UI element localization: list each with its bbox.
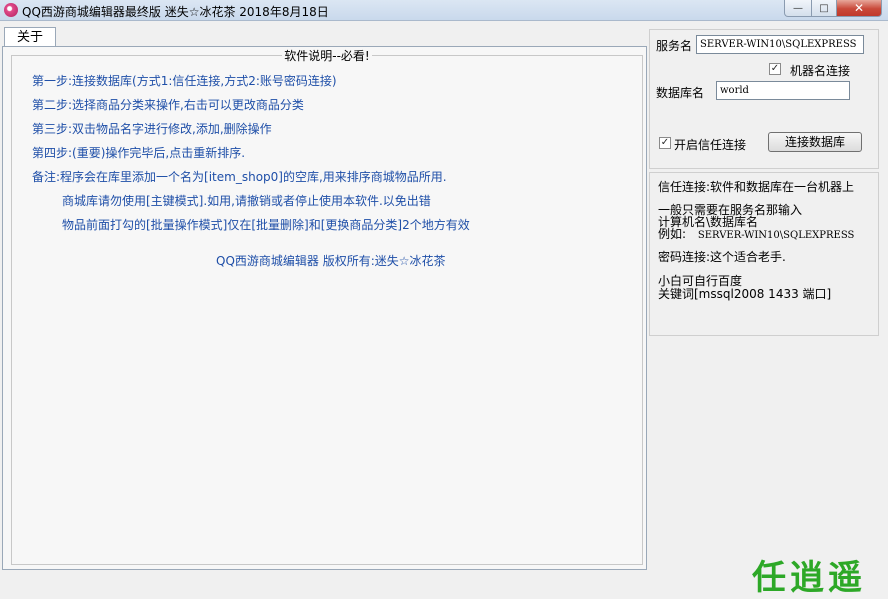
help-example-prefix: 例如:: [658, 227, 687, 241]
tab-about[interactable]: 关于: [4, 27, 56, 47]
instruction-note-3: 物品前面打勾的[批量操作模式]仅在[批量删除]和[更换商品分类]2个地方有效: [62, 218, 470, 232]
close-button[interactable]: ✕: [837, 0, 882, 17]
connect-database-button[interactable]: 连接数据库: [768, 132, 862, 152]
instruction-step-4: 第四步:(重要)操作完毕后,点击重新排序.: [32, 146, 246, 160]
trusted-connection-checkbox-label: 开启信任连接: [674, 138, 747, 152]
server-name-input[interactable]: [696, 35, 864, 54]
connection-panel: 服务名 ✓ 机器名连接 数据库名 ✓ 开启信任连接 连接数据库: [649, 29, 879, 169]
database-name-label: 数据库名: [656, 86, 705, 100]
minimize-icon: —: [793, 2, 803, 14]
about-tab-panel: 软件说明--必看! 第一步:连接数据库(方式1:信任连接,方式2:账号密码连接)…: [2, 46, 647, 570]
instruction-note-2: 商城库请勿使用[主键模式].如用,请撤销或者停止使用本软件.以免出错: [62, 194, 431, 208]
trusted-connection-checkbox[interactable]: ✓: [659, 137, 671, 149]
help-password-line: 密码连接:这个适合老手.: [658, 250, 786, 264]
instruction-step-1: 第一步:连接数据库(方式1:信任连接,方式2:账号密码连接): [32, 74, 337, 88]
window-controls: — □ ✕: [784, 0, 882, 17]
machine-name-checkbox[interactable]: ✓: [769, 63, 781, 75]
help-trusted-line: 信任连接:软件和数据库在一台机器上: [658, 180, 855, 194]
help-keywords-line: 关键词[mssql2008 1433 端口]: [658, 287, 832, 301]
window-title: QQ西游商城编辑器最终版 迷失☆冰花茶 2018年8月18日: [22, 5, 329, 19]
copyright-text: QQ西游商城编辑器 版权所有:迷失☆冰花茶: [216, 254, 446, 268]
app-icon: [4, 3, 18, 17]
server-name-label: 服务名: [656, 39, 693, 53]
machine-name-checkbox-label: 机器名连接: [790, 64, 851, 78]
instruction-step-2: 第二步:选择商品分类来操作,右击可以更改商品分类: [32, 98, 304, 112]
instruction-note: 备注:程序会在库里添加一个名为[item_shop0]的空库,用来排序商城物品所…: [32, 170, 447, 184]
maximize-button[interactable]: □: [812, 0, 837, 17]
watermark: 任逍遥: [752, 558, 866, 598]
database-name-input[interactable]: [716, 81, 850, 100]
help-example-value: SERVER-WIN10\SQLEXPRESS: [697, 230, 855, 241]
minimize-button[interactable]: —: [784, 0, 812, 17]
connection-help-panel: 信任连接:软件和数据库在一台机器上 一般只需要在服务名那输入 计算机名\数据库名…: [649, 172, 879, 336]
instruction-step-3: 第三步:双击物品名字进行修改,添加,删除操作: [32, 122, 272, 136]
help-example-line: 例如: SERVER-WIN10\SQLEXPRESS: [658, 225, 854, 242]
title-bar: QQ西游商城编辑器最终版 迷失☆冰花茶 2018年8月18日 — □ ✕: [0, 0, 888, 21]
instructions-group-title: 软件说明--必看!: [282, 49, 372, 63]
maximize-icon: □: [819, 2, 829, 14]
close-icon: ✕: [853, 1, 865, 15]
